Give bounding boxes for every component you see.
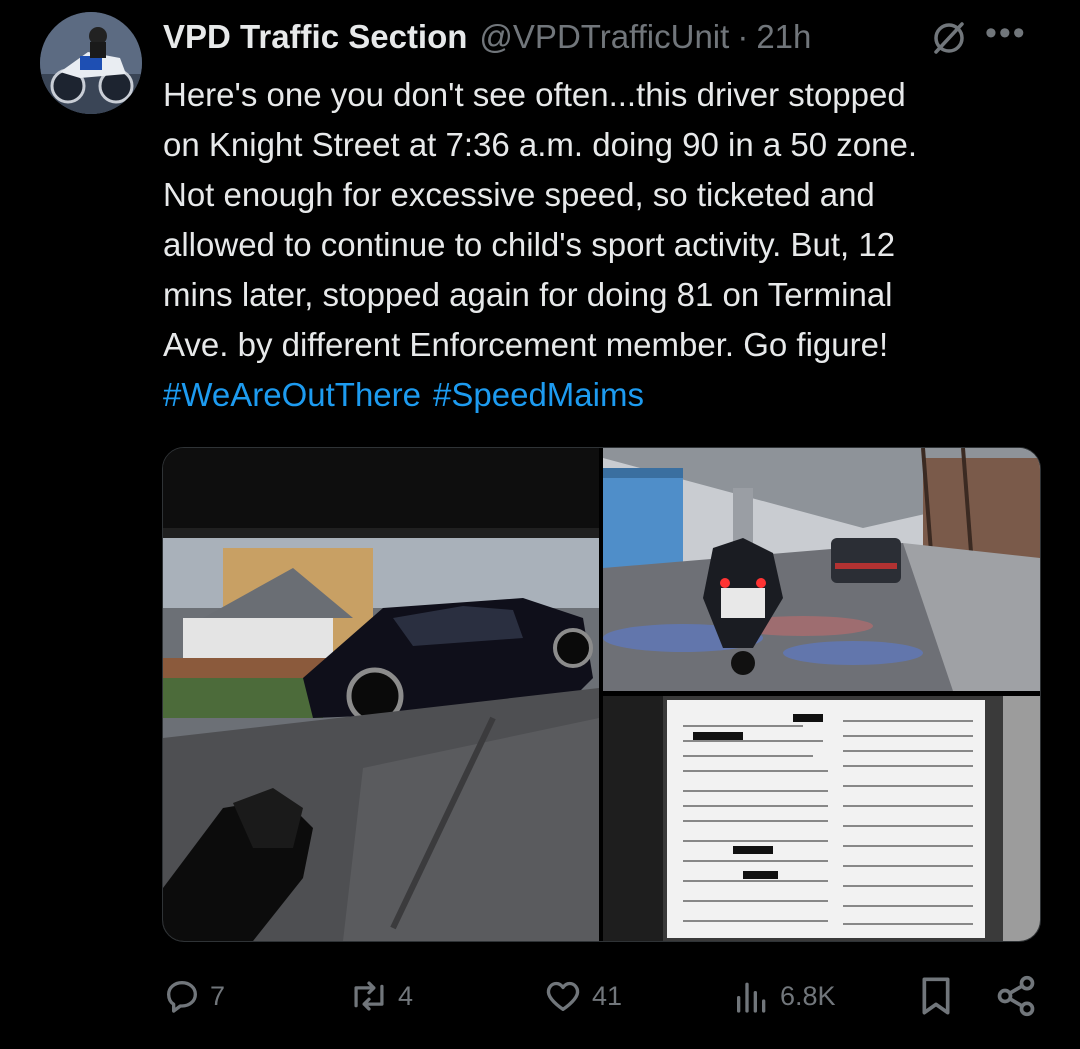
author-handle[interactable]: @VPDTrafficUnit <box>479 18 729 56</box>
tweet-line: Ave. by different Enforcement member. Go… <box>163 326 889 363</box>
tweet-action-bar: 7 4 41 6.8K <box>162 968 1042 1024</box>
tweet-line: Here's one you don't see often...this dr… <box>163 76 906 113</box>
repost-icon <box>354 981 384 1011</box>
media-photo-violation-ticket[interactable] <box>603 696 1040 941</box>
share-icon <box>997 975 1035 1017</box>
avatar-motorcycle-image <box>40 12 142 114</box>
bookmark-icon <box>922 977 950 1015</box>
views-icon <box>737 982 766 1013</box>
media-grid <box>162 447 1041 942</box>
tweet-line: Not enough for excessive speed, so ticke… <box>163 176 875 213</box>
views-count: 6.8K <box>780 980 836 1011</box>
tweet-header: VPD Traffic Section @VPDTrafficUnit · 21… <box>163 14 1050 60</box>
tweet-text: Here's one you don't see often...this dr… <box>163 70 1043 420</box>
hashtag-link[interactable]: #WeAreOutThere <box>163 376 421 413</box>
share-button[interactable] <box>994 968 1038 1024</box>
repost-count: 4 <box>398 980 414 1011</box>
repost-button[interactable]: 4 <box>348 968 413 1024</box>
tweet-line: on Knight Street at 7:36 a.m. doing 90 i… <box>163 126 918 163</box>
media-photo-car-stop[interactable] <box>163 448 599 941</box>
hashtag-link[interactable]: #SpeedMaims <box>433 376 644 413</box>
avatar[interactable] <box>40 12 142 114</box>
heart-icon <box>546 981 580 1011</box>
author-name[interactable]: VPD Traffic Section <box>163 18 467 56</box>
more-options-icon[interactable]: ••• <box>985 14 1027 53</box>
media-photo-police-motorcycle[interactable] <box>603 448 1040 691</box>
grok-icon[interactable] <box>929 18 969 58</box>
reply-count: 7 <box>210 980 226 1011</box>
reply-button[interactable]: 7 <box>162 968 225 1024</box>
bookmark-button[interactable] <box>916 968 956 1024</box>
reply-icon <box>167 981 197 1013</box>
tweet-line: mins later, stopped again for doing 81 o… <box>163 276 893 313</box>
tweet-line: allowed to continue to child's sport act… <box>163 226 896 263</box>
hashtag-line: #WeAreOutThere #SpeedMaims <box>163 370 1043 420</box>
views-button[interactable]: 6.8K <box>732 968 836 1024</box>
like-button[interactable]: 41 <box>542 968 622 1024</box>
like-count: 41 <box>592 980 623 1011</box>
tweet-timestamp[interactable]: 21h <box>756 18 811 56</box>
separator-dot: · <box>737 18 749 55</box>
